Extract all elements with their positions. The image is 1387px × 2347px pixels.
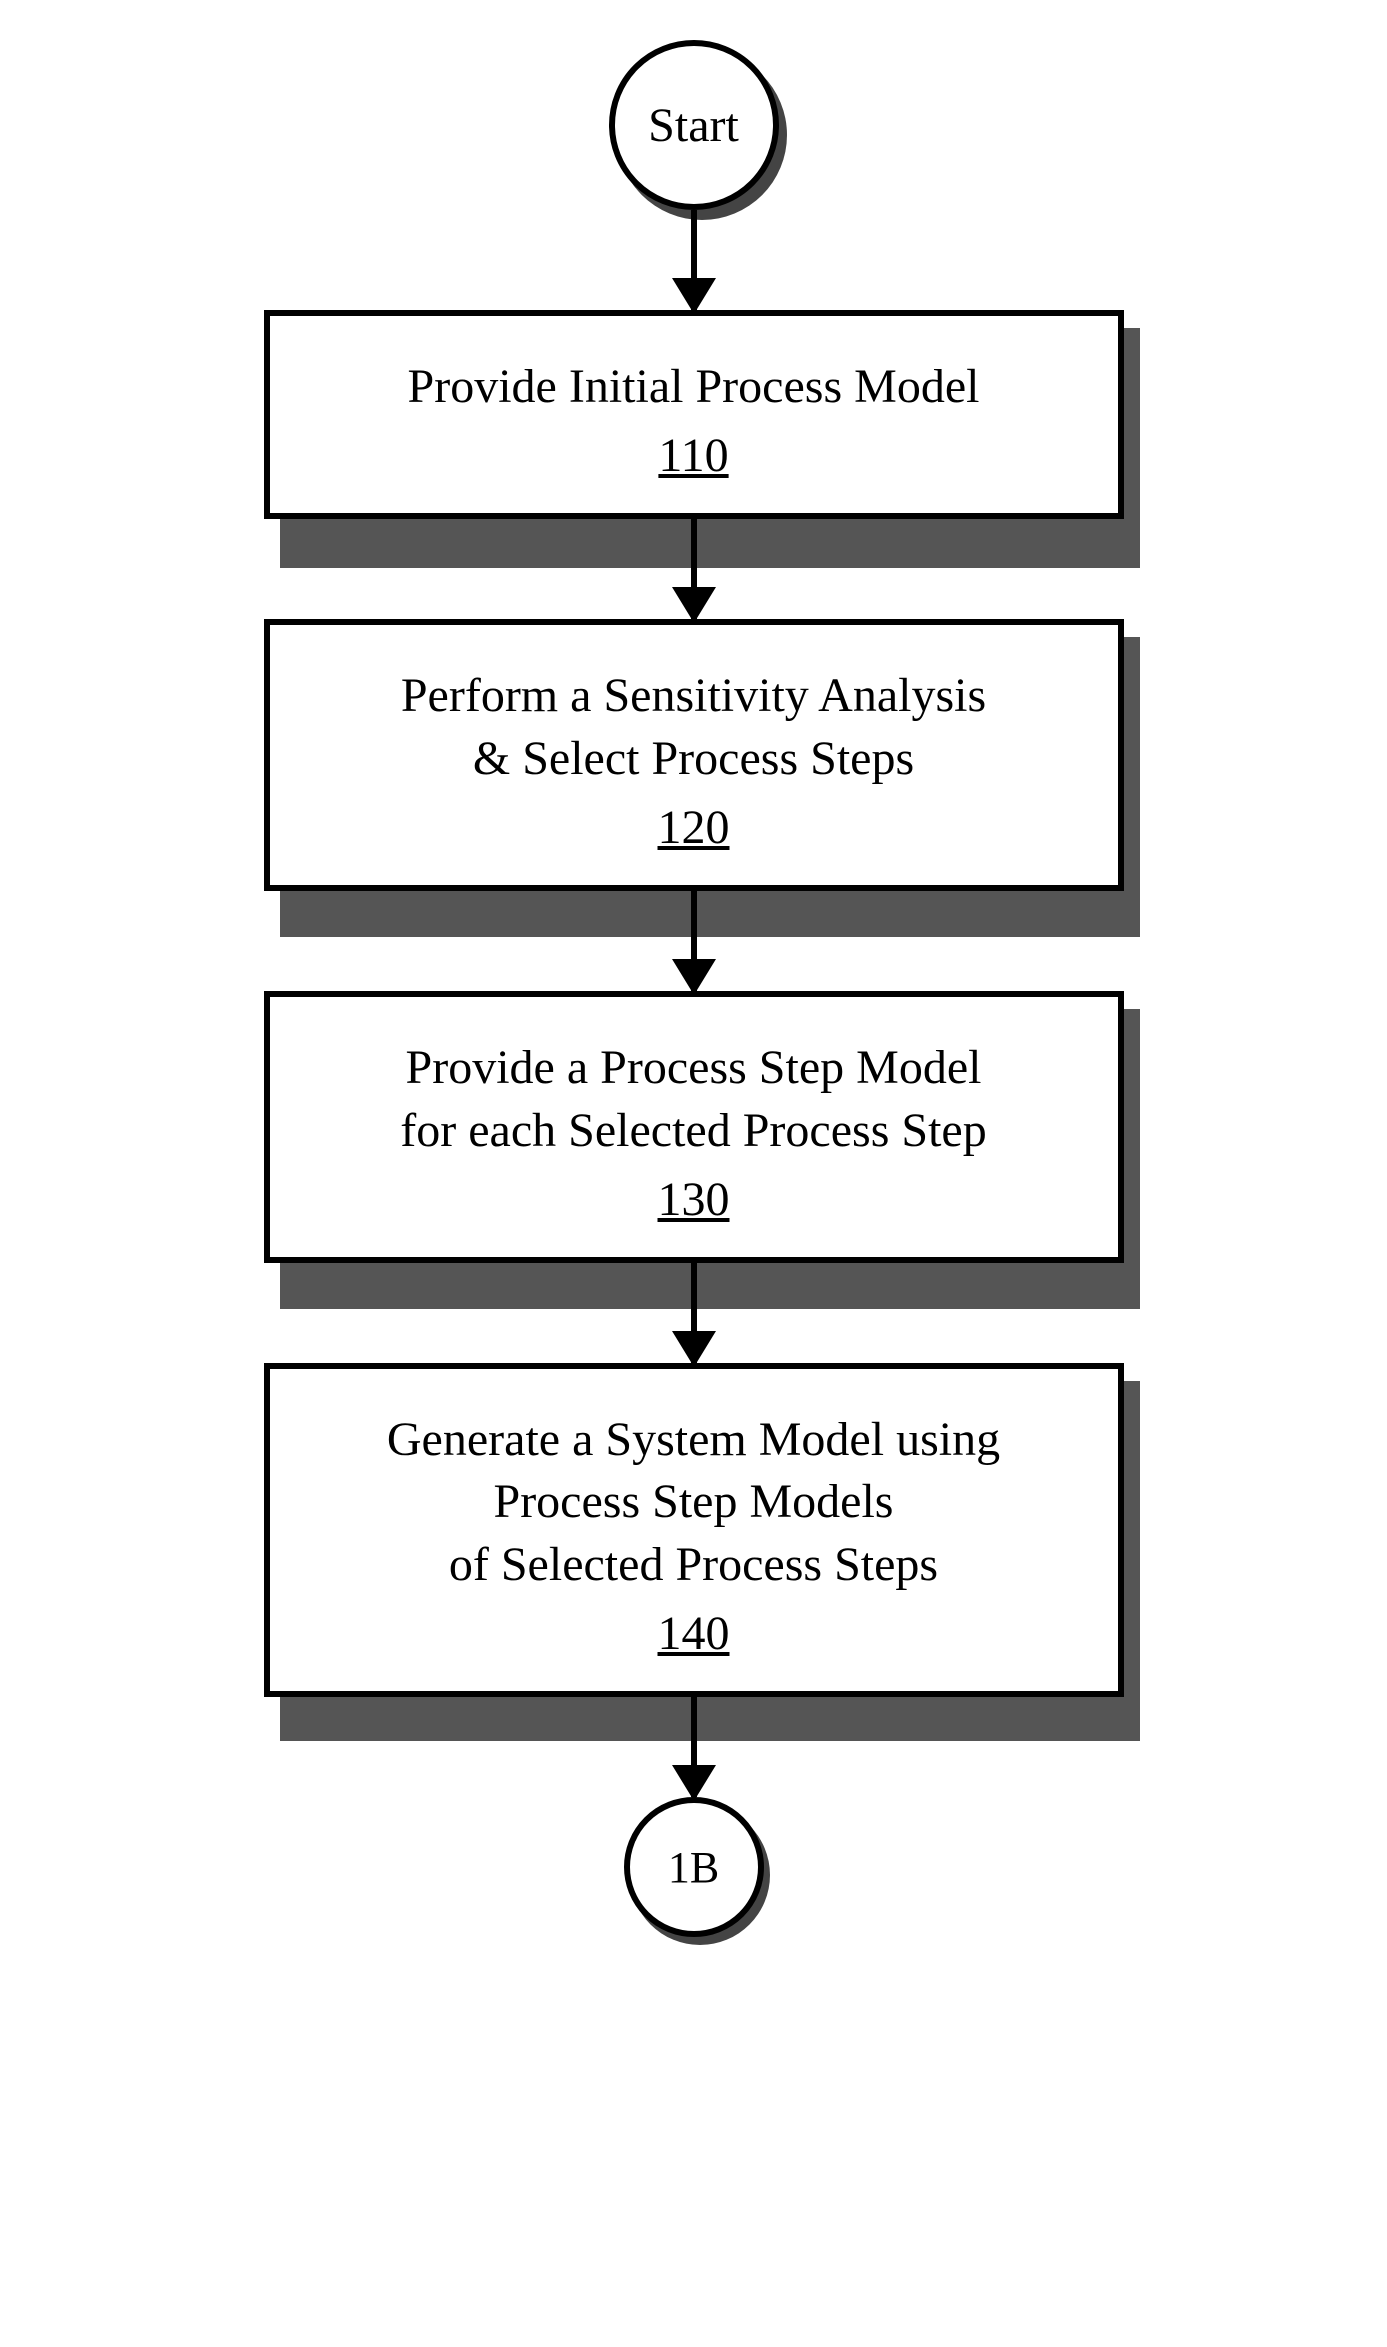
arrow-4 [691,1263,697,1363]
step-120-wrap: Perform a Sensitivity Analysis& Select P… [264,619,1124,891]
step-140-text: Generate a System Model usingProcess Ste… [300,1409,1088,1596]
step-140-wrap: Generate a System Model usingProcess Ste… [264,1363,1124,1697]
arrow-2 [691,519,697,619]
step-120-num: 120 [658,800,730,855]
step-140-num: 140 [658,1606,730,1661]
flowchart: Start Provide Initial Process Model 110 … [244,40,1144,1937]
end-node: 1B [624,1797,764,1937]
arrow-3 [691,891,697,991]
step-110-text: Provide Initial Process Model [300,356,1088,418]
arrow-1 [691,210,697,310]
step-110-wrap: Provide Initial Process Model 110 [264,310,1124,519]
start-label: Start [648,98,739,153]
step-110-box: Provide Initial Process Model 110 [264,310,1124,519]
step-120-box: Perform a Sensitivity Analysis& Select P… [264,619,1124,891]
step-130-text: Provide a Process Step Modelfor each Sel… [300,1037,1088,1162]
step-140-box: Generate a System Model usingProcess Ste… [264,1363,1124,1697]
step-110-num: 110 [658,428,728,483]
end-label: 1B [668,1842,719,1893]
arrow-5 [691,1697,697,1797]
step-120-text: Perform a Sensitivity Analysis& Select P… [300,665,1088,790]
step-130-wrap: Provide a Process Step Modelfor each Sel… [264,991,1124,1263]
step-130-box: Provide a Process Step Modelfor each Sel… [264,991,1124,1263]
step-130-num: 130 [658,1172,730,1227]
start-circle: Start [609,40,779,210]
start-node: Start [609,40,779,210]
end-circle: 1B [624,1797,764,1937]
